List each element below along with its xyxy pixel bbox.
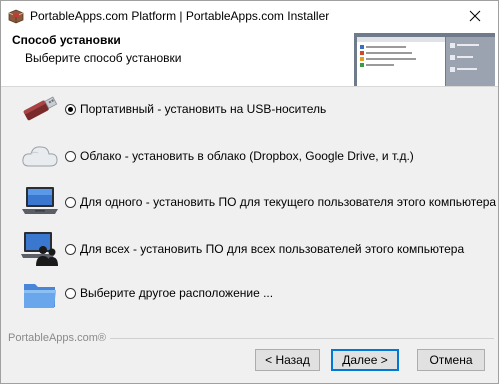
option-label: Для одного - установить ПО для текущего … xyxy=(80,195,497,209)
usb-drive-icon xyxy=(23,96,58,121)
window-title: PortableApps.com Platform | PortableApps… xyxy=(30,9,330,23)
radio-portable[interactable] xyxy=(65,104,76,115)
option-label: Портативный - установить на USB-носитель xyxy=(80,102,327,116)
option-portable[interactable]: Портативный - установить на USB-носитель xyxy=(1,89,498,129)
title-bar: PortableApps.com Platform | PortableApps… xyxy=(1,1,498,31)
installer-window: PortableApps.com Platform | PortableApps… xyxy=(0,0,499,384)
folder-icon xyxy=(24,284,56,308)
option-label: Выберите другое расположение ... xyxy=(80,286,274,300)
page-title: Способ установки xyxy=(12,33,121,47)
radio-cloud[interactable] xyxy=(65,151,76,162)
brand-divider: PortableApps.com® xyxy=(8,332,494,344)
cloud-icon xyxy=(22,146,58,167)
option-custom-location[interactable]: Выберите другое расположение ... xyxy=(1,275,498,315)
radio-all-users[interactable] xyxy=(65,244,76,255)
option-label: Для всех - установить ПО для всех пользо… xyxy=(80,242,465,256)
option-label: Облако - установить в облако (Dropbox, G… xyxy=(80,149,414,163)
installer-box-icon xyxy=(8,9,24,24)
next-button[interactable]: Далее > xyxy=(331,349,399,371)
radio-single-user[interactable] xyxy=(65,197,76,208)
close-button[interactable] xyxy=(452,1,498,31)
brand-label: PortableApps.com® xyxy=(8,332,110,344)
laptop-users-icon xyxy=(21,232,58,266)
back-button[interactable]: < Назад xyxy=(255,349,320,371)
platform-preview-image xyxy=(354,33,495,86)
radio-custom-location[interactable] xyxy=(65,288,76,299)
cancel-button[interactable]: Отмена xyxy=(417,349,485,371)
option-all-users[interactable]: Для всех - установить ПО для всех пользо… xyxy=(1,228,498,268)
option-single-user[interactable]: Для одного - установить ПО для текущего … xyxy=(1,181,498,221)
page-subtitle: Выберите способ установки xyxy=(25,51,182,65)
laptop-icon xyxy=(22,187,58,214)
close-icon xyxy=(469,10,481,22)
page-header: Способ установки Выберите способ установ… xyxy=(1,31,498,87)
option-cloud[interactable]: Облако - установить в облако (Dropbox, G… xyxy=(1,136,498,176)
